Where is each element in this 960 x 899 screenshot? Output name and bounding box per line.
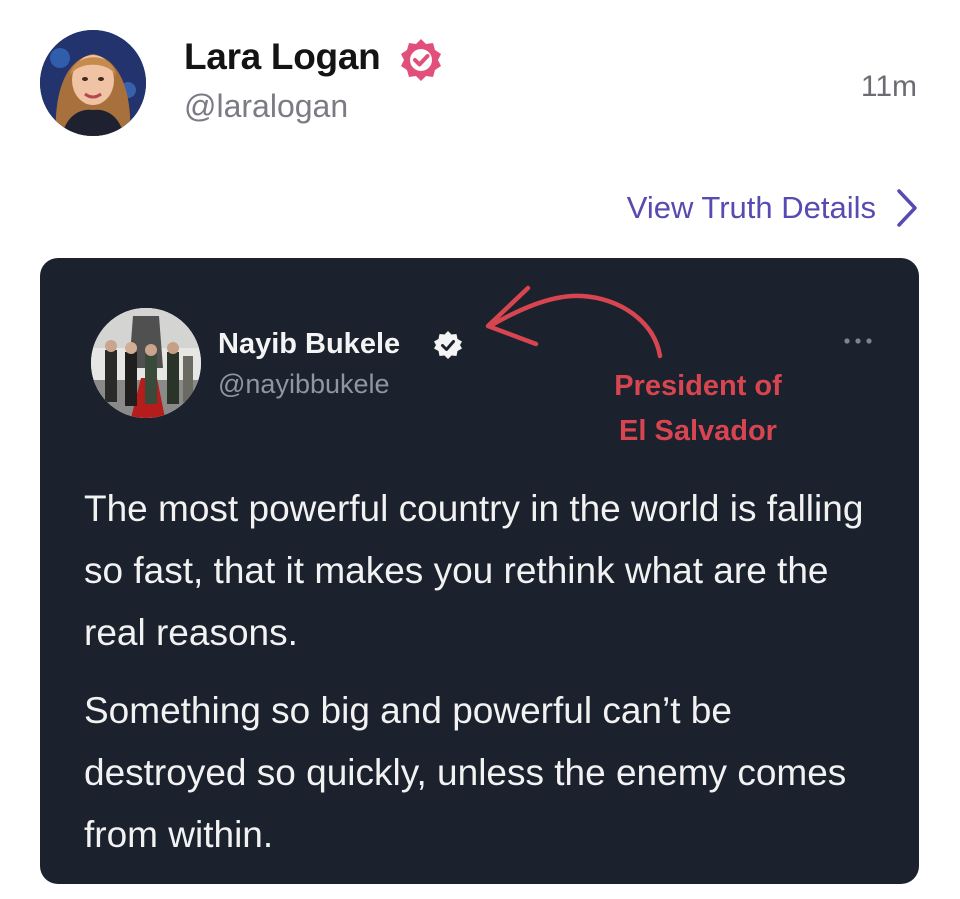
embedded-author-name[interactable]: Nayib Bukele	[218, 328, 400, 361]
avatar-photo	[91, 308, 201, 418]
verified-badge-icon	[401, 39, 441, 81]
avatar-portrait	[40, 30, 146, 136]
embedded-post-card[interactable]: Nayib Bukele @nayibbukele President of E…	[40, 258, 919, 884]
embedded-post-text: The most powerful country in the world i…	[84, 478, 884, 866]
verified-badge-icon	[434, 331, 462, 359]
author-handle[interactable]: @laralogan	[184, 88, 348, 125]
view-truth-details-label: View Truth Details	[626, 190, 876, 225]
author-avatar[interactable]	[40, 30, 146, 136]
embedded-author-avatar[interactable]	[91, 308, 201, 418]
embedded-author-handle[interactable]: @nayibbukele	[218, 369, 390, 400]
post-paragraph-2: Something so big and powerful can’t be d…	[84, 690, 847, 855]
annotation-arrow	[485, 285, 663, 359]
annotation-label: President of El Salvador	[588, 364, 808, 454]
annotation-line-1: President of	[614, 370, 782, 402]
view-truth-details-link[interactable]: View Truth Details	[627, 186, 918, 230]
post-paragraph-1: The most powerful country in the world i…	[84, 488, 864, 653]
post-screen: Lara Logan @laralogan 11m View Truth Det…	[0, 0, 960, 899]
post-timestamp: 11m	[860, 70, 917, 103]
author-name[interactable]: Lara Logan	[184, 36, 381, 78]
annotation-line-2: El Salvador	[619, 415, 777, 447]
chevron-right-icon	[897, 189, 917, 227]
more-horizontal-icon[interactable]	[843, 336, 873, 346]
